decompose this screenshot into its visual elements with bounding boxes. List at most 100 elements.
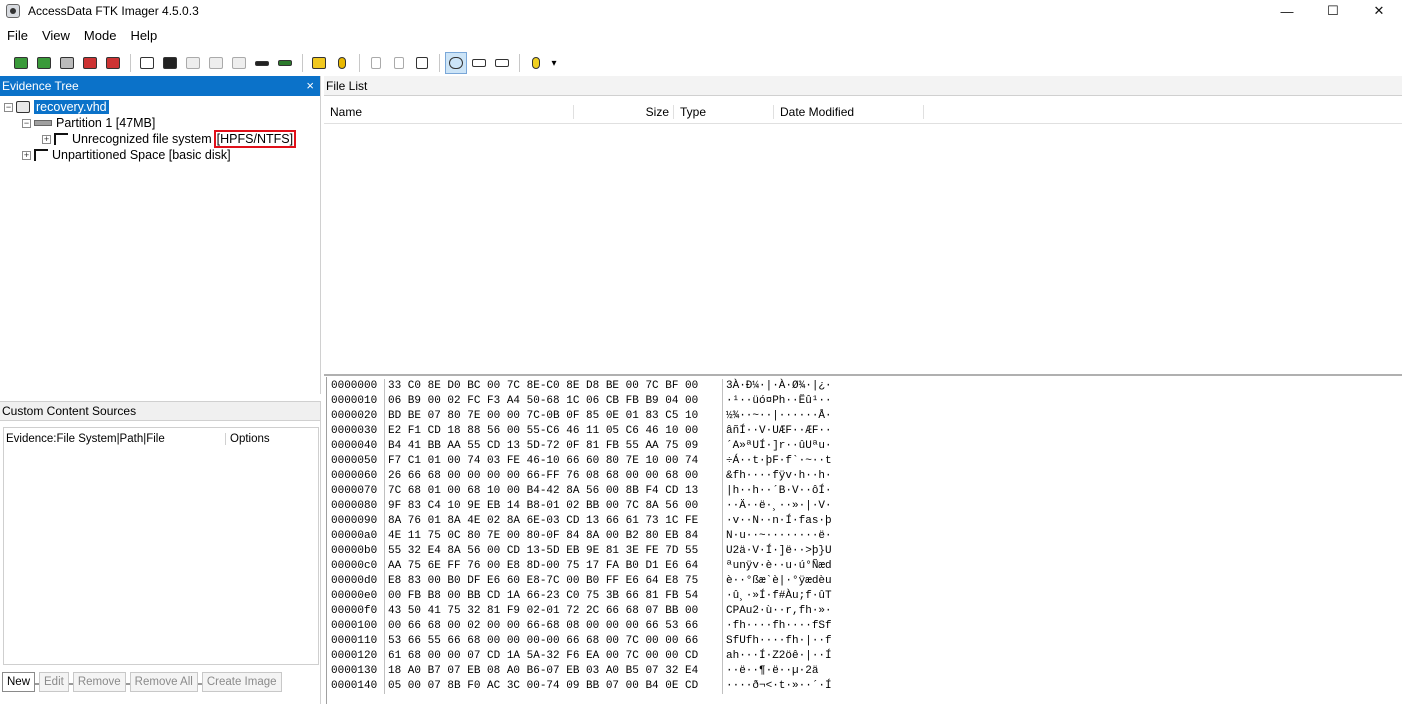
hex-row[interactable]: 0000040 B4 41 BB AA 55 CD 13 5D-72 0F 81 … <box>327 439 832 454</box>
hex-row[interactable]: 00000d0 E8 83 00 B0 DF E6 60 E8-7C 00 B0 … <box>327 574 832 589</box>
hex-view-button[interactable] <box>491 52 513 74</box>
create-custom-image-button[interactable] <box>228 52 250 74</box>
window-title: AccessData FTK Imager 4.5.0.3 <box>28 4 199 18</box>
tree-node-unpartitioned[interactable]: + Unpartitioned Space [basic disk] <box>22 147 231 163</box>
image-mounting-button[interactable] <box>56 52 78 74</box>
collapse-icon[interactable]: − <box>22 118 31 128</box>
hex-offset: 00000e0 <box>327 589 385 604</box>
hex-row[interactable]: 0000050 F7 C1 01 00 74 03 FE 46-10 66 60 … <box>327 454 832 469</box>
pane-splitter[interactable] <box>324 374 1402 376</box>
tree-node-label[interactable]: recovery.vhd <box>34 100 109 114</box>
hex-bytes: B4 41 BB AA 55 CD 13 5D-72 0F 81 FB 55 A… <box>385 439 723 454</box>
evidence-tree-header: Evidence Tree × <box>0 76 320 96</box>
hex-row[interactable]: 0000090 8A 76 01 8A 4E 02 8A 6E-03 CD 13 … <box>327 514 832 529</box>
export-files-button[interactable] <box>365 52 387 74</box>
menu-file[interactable]: File <box>0 28 35 43</box>
hex-bytes: AA 75 6E FF 76 00 E8 8D-00 75 17 FA B0 D… <box>385 559 723 574</box>
hex-row[interactable]: 0000120 61 68 00 00 07 CD 1A 5A-32 F6 EA … <box>327 649 832 664</box>
remove-evidence-icon <box>83 57 97 69</box>
column-header-size[interactable]: Size <box>574 104 674 119</box>
hex-offset: 00000d0 <box>327 574 385 589</box>
hex-row[interactable]: 0000070 7C 68 01 00 68 10 00 B4-42 8A 56 … <box>327 484 832 499</box>
help-button[interactable] <box>525 52 547 74</box>
hex-row[interactable]: 0000100 00 66 68 00 02 00 00 66-68 08 00 … <box>327 619 832 634</box>
app-icon <box>6 4 20 18</box>
hex-row[interactable]: 00000e0 00 FB B8 00 BB CD 1A 66-23 C0 75 … <box>327 589 832 604</box>
obtain-protected-files-button[interactable] <box>308 52 330 74</box>
close-button[interactable]: ✕ <box>1356 0 1402 22</box>
hex-offset: 00000f0 <box>327 604 385 619</box>
add-evidence-button[interactable] <box>10 52 32 74</box>
tree-node-root[interactable]: − recovery.vhd <box>4 99 109 115</box>
hex-bytes: E8 83 00 B0 DF E6 60 E8-7C 00 B0 FF E6 6… <box>385 574 723 589</box>
tree-node-label[interactable]: Partition 1 [47MB] <box>56 116 155 130</box>
custom-content-buttons: New Edit Remove Remove All Create Image <box>2 672 286 692</box>
remove-all-evidence-button[interactable] <box>102 52 124 74</box>
column-header-name[interactable]: Name <box>324 104 574 119</box>
hex-bytes: 61 68 00 00 07 CD 1A 5A-32 F6 EA 00 7C 0… <box>385 649 723 664</box>
edit-button[interactable]: Edit <box>39 672 69 692</box>
export-hash-list-button[interactable] <box>388 52 410 74</box>
auto-view-button[interactable] <box>445 52 467 74</box>
column-header-type[interactable]: Type <box>674 104 774 119</box>
detect-efs-button[interactable] <box>331 52 353 74</box>
menu-mode[interactable]: Mode <box>77 28 124 43</box>
collapse-icon[interactable]: − <box>4 102 13 112</box>
text-view-icon <box>472 59 486 67</box>
capture-memory-button[interactable] <box>274 52 296 74</box>
remove-button[interactable]: Remove <box>72 672 126 692</box>
add-to-custom-content-button[interactable] <box>205 52 227 74</box>
new-button[interactable]: New <box>2 672 36 692</box>
tree-node-label[interactable]: Unpartitioned Space [basic disk] <box>52 148 231 162</box>
column-header-date-modified[interactable]: Date Modified <box>774 104 924 119</box>
hex-bytes: 00 66 68 00 02 00 00 66-68 08 00 00 00 6… <box>385 619 723 634</box>
hex-ascii: ··ë··¶·ë··µ·2ä <box>726 665 819 677</box>
tree-node-filesystem[interactable]: + Unrecognized file system [HPFS/NTFS] <box>42 130 297 148</box>
export-disk-image-button[interactable] <box>159 52 181 74</box>
hex-viewer[interactable]: 0000000 33 C0 8E D0 BC 00 7C 8E-C0 8E D8 … <box>326 377 1402 704</box>
export-logical-image-button[interactable] <box>182 52 204 74</box>
hex-row[interactable]: 0000110 53 66 55 66 68 00 00 00-00 66 68 … <box>327 634 832 649</box>
menu-view[interactable]: View <box>35 28 77 43</box>
hex-row[interactable]: 0000000 33 C0 8E D0 BC 00 7C 8E-C0 8E D8 … <box>327 379 832 394</box>
hex-row[interactable]: 0000080 9F 83 C4 10 9E EB 14 B8-01 02 BB … <box>327 499 832 514</box>
disk-image-icon <box>16 101 30 113</box>
toolbar-overflow-button[interactable]: ▾ <box>548 52 560 74</box>
expand-icon[interactable]: + <box>42 134 51 144</box>
column-header-evidence[interactable]: Evidence:File System|Path|File <box>4 433 226 445</box>
menu-help[interactable]: Help <box>123 28 164 43</box>
hex-row[interactable]: 00000a0 4E 11 75 0C 80 7E 00 80-0F 84 8A … <box>327 529 832 544</box>
hex-bytes: 9F 83 C4 10 9E EB 14 B8-01 02 BB 00 7C 8… <box>385 499 723 514</box>
hex-row[interactable]: 0000140 05 00 07 8B F0 AC 3C 00-74 09 BB … <box>327 679 832 694</box>
export-directory-listing-button[interactable] <box>411 52 433 74</box>
hex-row[interactable]: 0000030 E2 F1 CD 18 88 56 00 55-C6 46 11 … <box>327 424 832 439</box>
hex-row[interactable]: 0000130 18 A0 B7 07 EB 08 A0 B6-07 EB 03 … <box>327 664 818 679</box>
minimize-button[interactable]: — <box>1264 0 1310 22</box>
hex-bytes: E2 F1 CD 18 88 56 00 55-C6 46 11 05 C6 4… <box>385 424 723 439</box>
menu-bar: File View Mode Help <box>0 25 164 45</box>
expand-icon[interactable]: + <box>22 150 31 160</box>
remove-evidence-button[interactable] <box>79 52 101 74</box>
custom-content-table[interactable]: Evidence:File System|Path|File Options <box>3 427 319 685</box>
hex-bytes: 00 FB B8 00 BB CD 1A 66-23 C0 75 3B 66 8… <box>385 589 723 604</box>
text-view-button[interactable] <box>468 52 490 74</box>
add-all-evidence-button[interactable] <box>33 52 55 74</box>
hex-bytes: 43 50 41 75 32 81 F9 02-01 72 2C 66 68 0… <box>385 604 723 619</box>
remove-all-button[interactable]: Remove All <box>129 672 198 692</box>
create-disk-image-button[interactable] <box>136 52 158 74</box>
tree-node-label[interactable]: Unrecognized file system <box>72 132 212 146</box>
decrypt-button[interactable] <box>251 52 273 74</box>
close-icon[interactable]: × <box>306 78 314 93</box>
hex-row[interactable]: 0000060 26 66 68 00 00 00 00 66-FF 76 08 … <box>327 469 832 484</box>
tree-node-partition[interactable]: − Partition 1 [47MB] <box>22 115 155 131</box>
create-image-button[interactable]: Create Image <box>201 672 282 692</box>
maximize-button[interactable]: ☐ <box>1310 0 1356 22</box>
hex-row[interactable]: 0000010 06 B9 00 02 FC F3 A4 50-68 1C 06 … <box>327 394 832 409</box>
hex-row[interactable]: 00000b0 55 32 E4 8A 56 00 CD 13-5D EB 9E … <box>327 544 832 559</box>
hex-row[interactable]: 0000020 BD BE 07 80 7E 00 00 7C-0B 0F 85 … <box>327 409 832 424</box>
column-header-options[interactable]: Options <box>226 433 270 445</box>
hex-offset: 0000110 <box>327 634 385 649</box>
unpartitioned-space-icon <box>34 149 48 161</box>
hex-row[interactable]: 00000c0 AA 75 6E FF 76 00 E8 8D-00 75 17 … <box>327 559 832 574</box>
hex-row[interactable]: 00000f0 43 50 41 75 32 81 F9 02-01 72 2C … <box>327 604 832 619</box>
